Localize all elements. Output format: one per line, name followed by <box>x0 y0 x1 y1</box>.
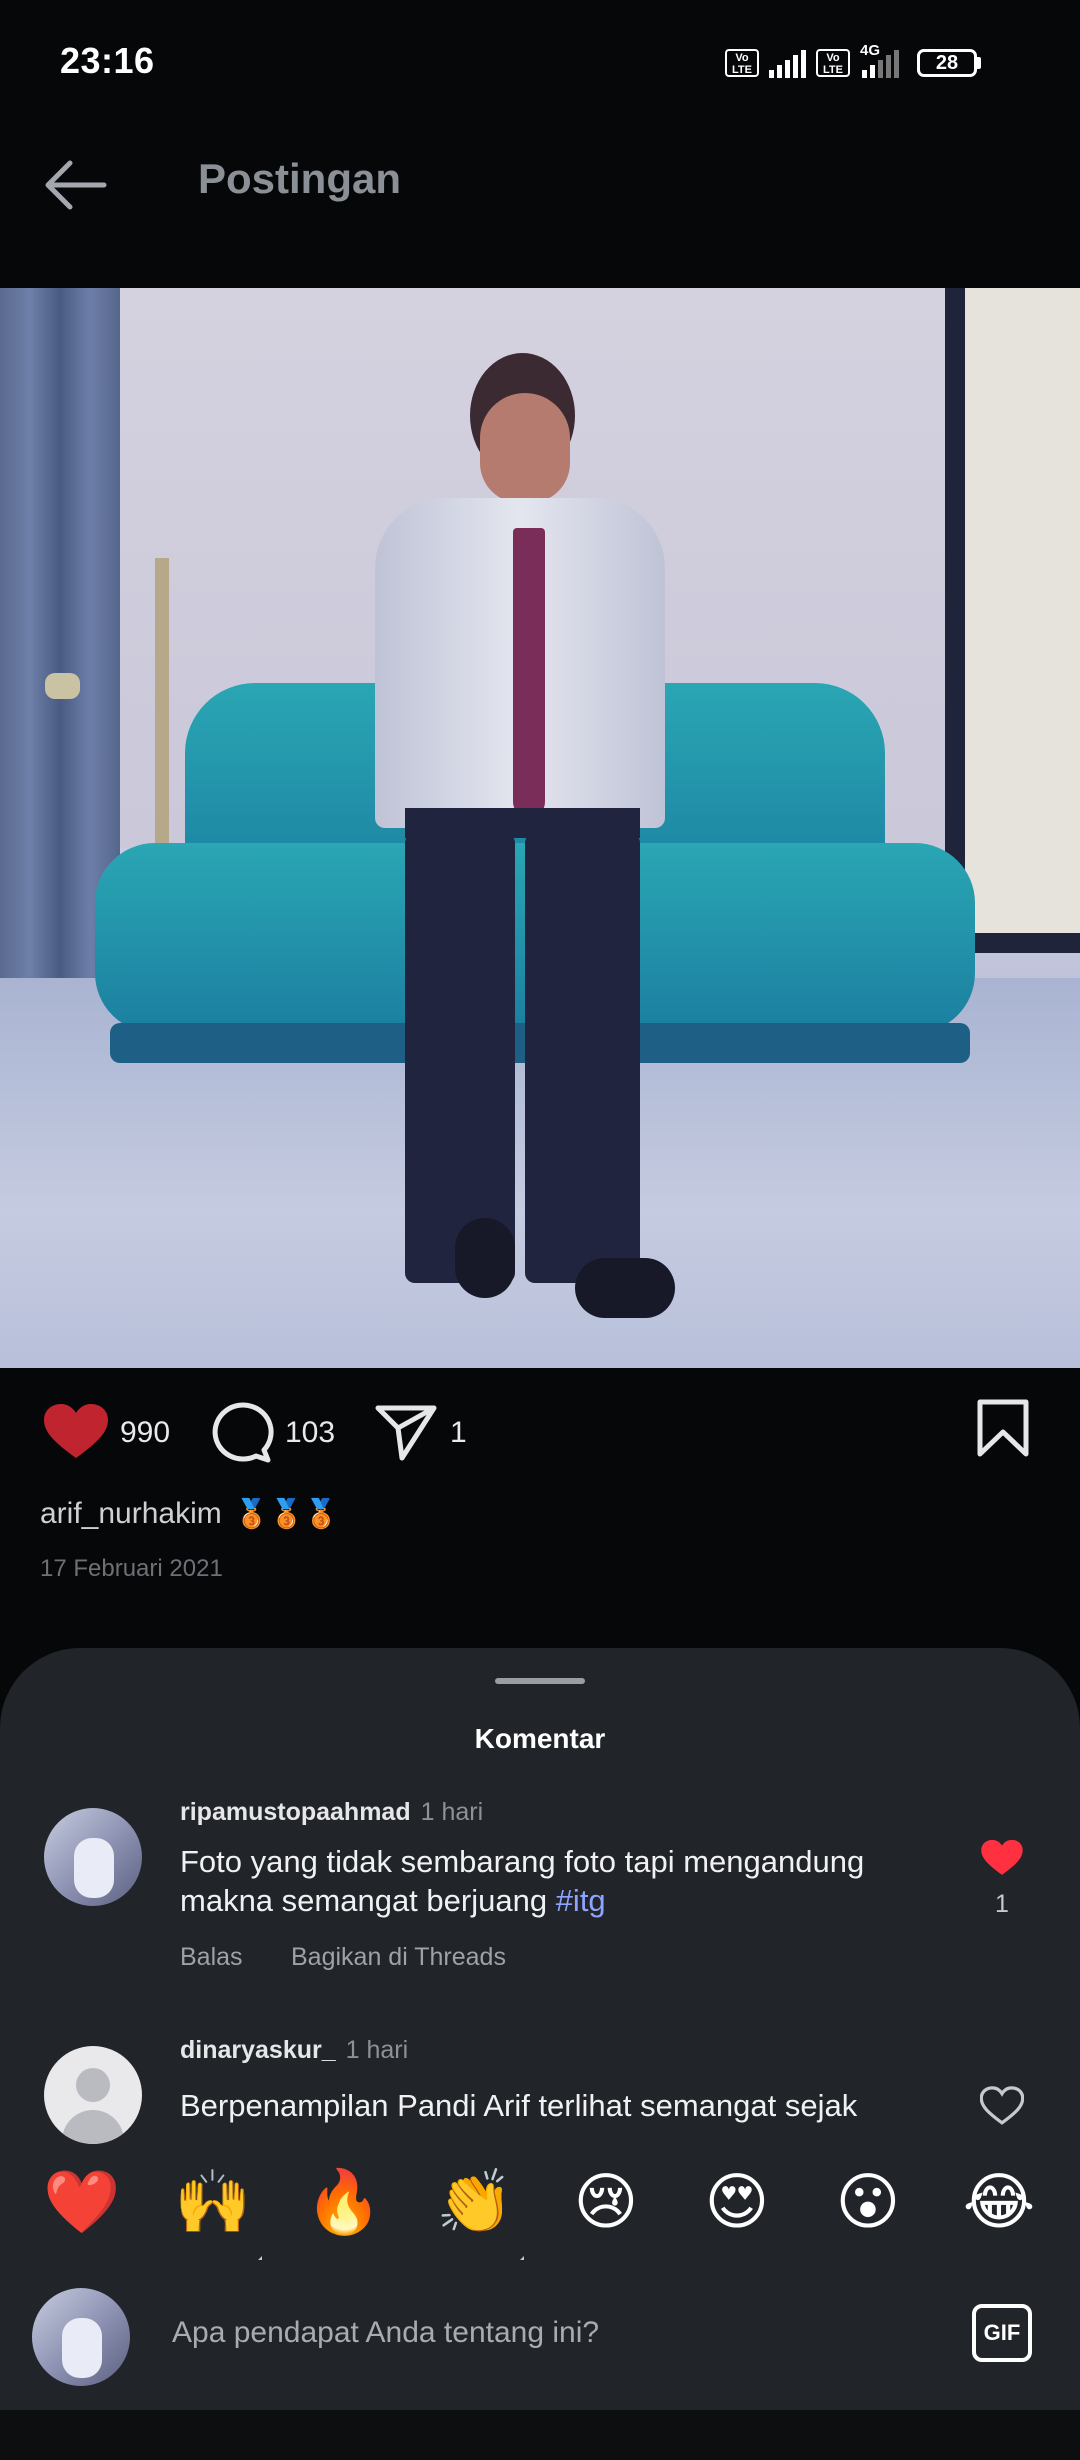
comment-like-count: 1 <box>995 1890 1009 1918</box>
emoji-laughing[interactable]: 😂 <box>949 2152 1049 2252</box>
network-type: 4G <box>860 42 881 59</box>
save-button[interactable] <box>975 1398 1031 1463</box>
comment-item: dinaryaskur_ 1 hari Berpenampilan Pandi A… <box>0 2026 1080 2154</box>
comment-author[interactable]: dinaryaskur_ 1 hari <box>180 2036 408 2065</box>
emoji-heart-eyes[interactable]: 😍 <box>687 2152 787 2252</box>
emoji-bar: ❤️ 🙌 🔥 👏 😢 😍 😮 😂 <box>0 2152 1080 2270</box>
back-button[interactable] <box>42 155 112 215</box>
emoji-heart[interactable]: ❤️ <box>32 2152 132 2252</box>
comment-username[interactable]: dinaryaskur_ <box>180 2036 336 2064</box>
comment-item: ripamustopaahmad 1 hari Foto yang tidak s… <box>0 1768 1080 1971</box>
share-button[interactable] <box>374 1402 438 1467</box>
post-date: 17 Februari 2021 <box>40 1555 223 1582</box>
comment-author[interactable]: ripamustopaahmad 1 hari <box>180 1798 483 1827</box>
like-button[interactable] <box>42 1402 110 1467</box>
comment-list[interactable]: ripamustopaahmad 1 hari Foto yang tidak s… <box>0 1768 1080 2154</box>
post-username[interactable]: arif_nurhakim <box>40 1497 222 1530</box>
comment-composer: GIF <box>0 2260 1080 2410</box>
status-time: 23:16 <box>60 40 155 81</box>
hashtag-link[interactable]: #itg <box>556 1883 606 1918</box>
post-author[interactable]: arif_nurhakim 🥉🥉🥉 <box>40 1497 339 1531</box>
volte-icon: Vo LTE <box>725 49 759 77</box>
comment-body: Berpenampilan Pandi Arif terlihat semang… <box>180 2088 858 2123</box>
arrow-left-icon <box>45 160 107 210</box>
emoji-surprised[interactable]: 😮 <box>818 2152 918 2252</box>
sheet-title: Komentar <box>474 1723 606 1754</box>
gif-button[interactable]: GIF <box>972 2304 1032 2362</box>
send-icon <box>375 1405 437 1461</box>
comment-body: Foto yang tidak sembarang foto tapi meng… <box>180 1844 865 1918</box>
page-title: Postingan <box>198 155 402 202</box>
signal-4g-icon: 4G <box>860 42 899 78</box>
signal-icon <box>769 48 806 78</box>
bookmark-icon <box>977 1399 1029 1457</box>
reply-button[interactable]: Balas <box>180 1943 243 1972</box>
heart-filled-icon <box>981 1839 1023 1875</box>
comment-like-button[interactable] <box>979 2086 1025 2131</box>
comment-time: 1 hari <box>420 1798 484 1826</box>
comment-input[interactable] <box>170 2302 914 2364</box>
comment-count[interactable]: 103 <box>285 1416 335 1450</box>
comment-bubble-icon <box>212 1402 274 1463</box>
emoji-clapping[interactable]: 👏 <box>425 2152 525 2252</box>
comment-button[interactable] <box>208 1400 274 1469</box>
post-photo[interactable] <box>0 288 1080 1368</box>
comment-text: Foto yang tidak sembarang foto tapi meng… <box>180 1842 880 1920</box>
share-count[interactable]: 1 <box>450 1416 467 1450</box>
comment-like-button[interactable] <box>980 1838 1024 1883</box>
emoji-crying[interactable]: 😢 <box>556 2152 656 2252</box>
medal-icons: 🥉🥉🥉 <box>234 1497 339 1530</box>
emoji-fire[interactable]: 🔥 <box>294 2152 394 2252</box>
share-threads-button[interactable]: Bagikan di Threads <box>291 1943 506 1972</box>
my-avatar <box>32 2288 130 2386</box>
status-icons: Vo LTE Vo LTE 4G 28 <box>725 42 981 78</box>
heart-outline-icon <box>979 2086 1025 2125</box>
drag-handle[interactable] <box>495 1678 585 1684</box>
battery-icon: 28 <box>917 49 981 77</box>
emoji-raised-hands[interactable]: 🙌 <box>163 2152 263 2252</box>
like-count[interactable]: 990 <box>120 1416 170 1450</box>
avatar-default[interactable] <box>44 2046 142 2144</box>
heart-filled-icon <box>44 1404 108 1458</box>
volte-icon-2: Vo LTE <box>816 49 850 77</box>
comment-time: 1 hari <box>345 2036 409 2064</box>
avatar[interactable] <box>44 1808 142 1906</box>
comment-username[interactable]: ripamustopaahmad <box>180 1798 411 1826</box>
navigation-bar <box>0 2410 1080 2460</box>
battery-level: 28 <box>917 49 977 77</box>
